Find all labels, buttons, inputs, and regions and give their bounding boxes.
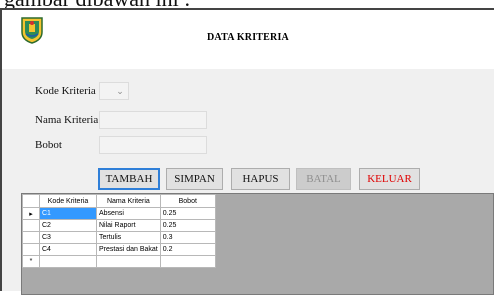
cell-bobot[interactable]: 0.25	[159, 219, 216, 232]
bobot-field[interactable]	[99, 136, 207, 154]
cell-kode[interactable]: C3	[39, 231, 97, 244]
cell-nama[interactable]: Nilai Raport	[96, 219, 161, 232]
cell-nama[interactable]: Tertulis	[96, 231, 161, 244]
batal-button: BATAL	[296, 168, 351, 190]
keluar-button[interactable]: KELUAR	[359, 168, 420, 190]
hapus-button[interactable]: HAPUS	[231, 168, 290, 190]
kode-kriteria-combobox[interactable]: ⌄	[99, 82, 129, 100]
row-header[interactable]	[22, 231, 40, 244]
column-header-nama[interactable]: Nama Kriteria	[96, 194, 161, 208]
table-row[interactable]: C2 Nilai Raport 0.25	[22, 219, 216, 232]
data-kriteria-window: DATA KRITERIA Kode Kriteria ⌄ Nama Krite…	[0, 8, 494, 295]
table-row[interactable]: C4 Prestasi dan Bakat 0.2	[22, 243, 216, 256]
cell-kode[interactable]: C1	[39, 207, 97, 220]
kriteria-data-grid[interactable]: Kode Kriteria Nama Kriteria Bobot ▸ C1 A…	[21, 193, 494, 295]
row-header[interactable]	[22, 219, 40, 232]
cell-kode[interactable]: C4	[39, 243, 97, 256]
kode-kriteria-label: Kode Kriteria	[35, 85, 96, 97]
cell-bobot[interactable]: 0.2	[159, 243, 216, 256]
tambah-button[interactable]: TAMBAH	[98, 168, 160, 190]
cell-bobot[interactable]: 0.3	[159, 231, 216, 244]
window-title: DATA KRITERIA	[207, 32, 289, 43]
new-cell-nama[interactable]	[96, 255, 161, 268]
new-cell-bobot[interactable]	[159, 255, 216, 268]
new-row[interactable]: *	[22, 255, 216, 268]
table-row[interactable]: ▸ C1 Absensi 0.25	[22, 207, 216, 220]
cell-bobot[interactable]: 0.25	[159, 207, 216, 220]
chevron-down-icon[interactable]: ⌄	[113, 84, 127, 100]
column-header-kode[interactable]: Kode Kriteria	[39, 194, 97, 208]
cell-kode[interactable]: C2	[39, 219, 97, 232]
cell-nama[interactable]: Absensi	[96, 207, 161, 220]
row-header[interactable]	[22, 243, 40, 256]
window-header: DATA KRITERIA	[2, 10, 494, 69]
nama-kriteria-label: Nama Kriteria	[35, 114, 99, 126]
bobot-label: Bobot	[35, 139, 62, 151]
table-header-row: Kode Kriteria Nama Kriteria Bobot	[22, 194, 216, 208]
simpan-button[interactable]: SIMPAN	[166, 168, 223, 190]
nama-kriteria-field[interactable]	[99, 111, 207, 129]
new-cell-kode[interactable]	[39, 255, 97, 268]
table-row[interactable]: C3 Tertulis 0.3	[22, 231, 216, 244]
row-header-corner[interactable]	[22, 194, 40, 208]
cell-nama[interactable]: Prestasi dan Bakat	[96, 243, 161, 256]
current-row-indicator-icon[interactable]: ▸	[22, 207, 40, 220]
column-header-bobot[interactable]: Bobot	[159, 194, 216, 208]
kriteria-table: Kode Kriteria Nama Kriteria Bobot ▸ C1 A…	[22, 194, 216, 268]
new-row-asterisk-icon[interactable]: *	[22, 255, 40, 268]
